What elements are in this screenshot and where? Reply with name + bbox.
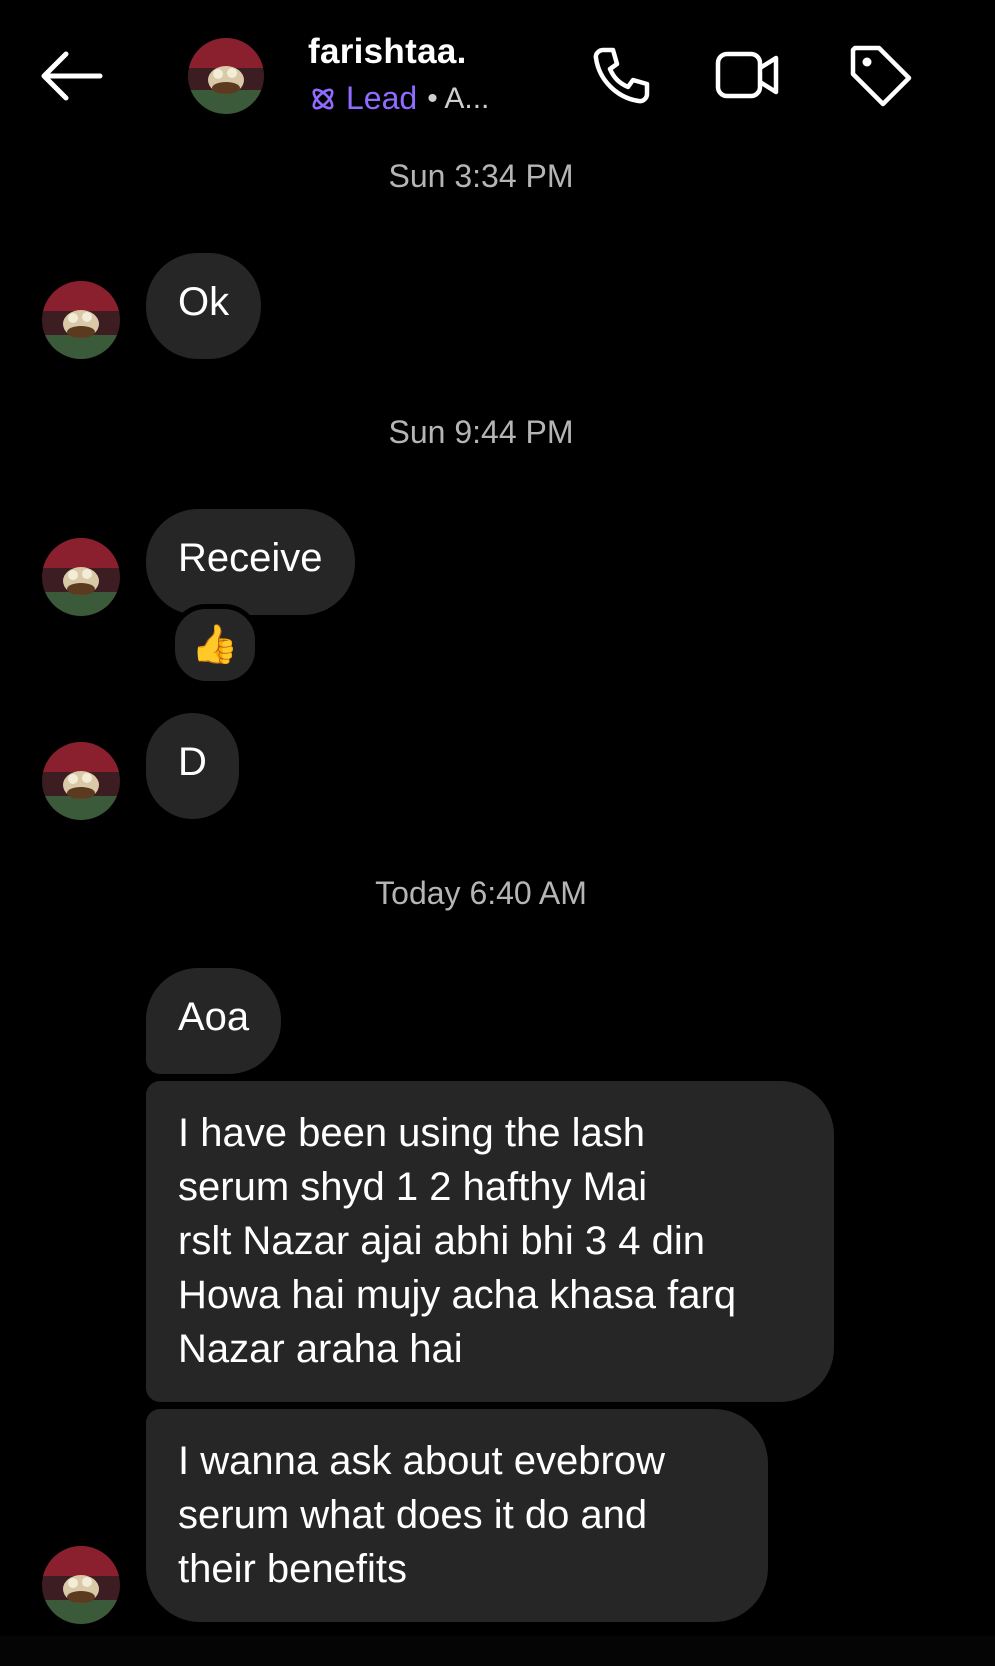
message-text: Aoa	[178, 995, 250, 1039]
lead-label: Lead	[346, 80, 418, 116]
sender-avatar[interactable]	[42, 538, 120, 616]
avatar[interactable]	[188, 38, 264, 114]
bottom-divider	[0, 1636, 995, 1666]
message-timestamp: Today 6:40 AM	[375, 875, 587, 911]
message-text: Receive	[178, 536, 323, 580]
lead-atom-icon	[312, 88, 334, 109]
video-camera-icon[interactable]	[712, 40, 782, 110]
message-line: their benefits	[178, 1547, 408, 1591]
thumbs-up-reaction[interactable]: 👍	[170, 604, 260, 686]
contact-name[interactable]: farishtaa.	[308, 32, 467, 72]
message-bubble[interactable]: Ok	[146, 253, 262, 359]
message-timestamp: Sun 9:44 PM	[388, 414, 574, 450]
message-line: Nazar araha hai	[178, 1327, 463, 1371]
contact-subtitle: Lead • A...	[308, 80, 489, 117]
sender-avatar[interactable]	[42, 1546, 120, 1624]
message-text: Ok	[178, 280, 230, 324]
back-arrow-icon[interactable]	[36, 48, 106, 104]
message-bubble[interactable]: Receive	[146, 509, 355, 615]
message-timestamp: Sun 3:34 PM	[388, 158, 574, 194]
message-line: rslt Nazar ajai abhi bhi 3 4 din	[178, 1219, 705, 1263]
message-line: serum what does it do and	[178, 1493, 648, 1537]
message-bubble[interactable]: Aoa	[146, 968, 282, 1074]
message-bubble[interactable]: I have been using the lash serum shyd 1 …	[146, 1081, 834, 1402]
message-line: I have been using the lash	[178, 1111, 646, 1155]
chat-header: farishtaa. Lead • A...	[0, 0, 995, 150]
message-line: serum shyd 1 2 hafthy Mai	[178, 1165, 648, 1209]
activity-status: • A...	[427, 81, 490, 115]
sender-avatar[interactable]	[42, 742, 120, 820]
message-line: Howa hai mujy acha khasa farq	[178, 1273, 737, 1317]
message-bubble[interactable]: D	[146, 713, 239, 819]
tag-icon[interactable]	[845, 40, 915, 110]
message-line: I wanna ask about evebrow	[178, 1439, 665, 1483]
message-text: D	[178, 740, 207, 784]
phone-icon[interactable]	[585, 40, 655, 110]
sender-avatar[interactable]	[42, 281, 120, 359]
message-bubble[interactable]: I wanna ask about evebrow serum what doe…	[146, 1409, 768, 1622]
